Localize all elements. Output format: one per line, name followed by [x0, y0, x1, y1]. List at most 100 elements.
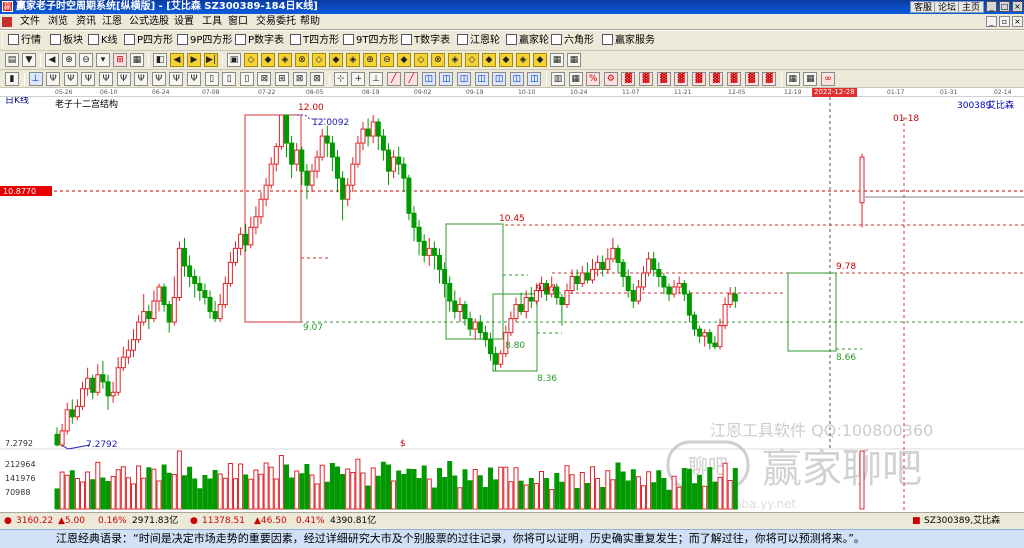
toolbar-button[interactable]: 赢家轮 — [504, 33, 551, 48]
candle-body[interactable] — [233, 247, 238, 263]
indicator-icon[interactable]: ▓ — [621, 72, 636, 86]
candle-body[interactable] — [294, 149, 300, 165]
candle-body[interactable] — [635, 286, 641, 302]
candle-body[interactable] — [513, 304, 519, 320]
candle-body[interactable] — [472, 321, 478, 330]
indicator-icon[interactable]: ▓ — [691, 72, 706, 86]
indicator-icon[interactable]: + — [351, 72, 366, 86]
candle-body[interactable] — [273, 146, 279, 165]
indicator-icon[interactable]: ◫ — [492, 72, 507, 86]
candle-body[interactable] — [584, 272, 590, 281]
tool-icon[interactable]: ⊗ — [295, 53, 309, 67]
candle-body[interactable] — [278, 114, 284, 148]
candle-body[interactable] — [227, 261, 233, 284]
candle-body[interactable] — [630, 290, 636, 302]
minimize-icon[interactable]: _ — [986, 1, 997, 12]
candle-body[interactable] — [268, 163, 274, 186]
candle-body[interactable] — [467, 318, 473, 330]
candle-body[interactable] — [166, 304, 172, 323]
menu-item[interactable]: 交易委托 — [254, 14, 298, 30]
candle-body[interactable] — [64, 409, 70, 432]
indicator-icon[interactable]: Ψ — [46, 72, 61, 86]
sz-index[interactable]: 11378.51 — [202, 513, 245, 529]
candle-body[interactable] — [110, 391, 116, 397]
candle-body[interactable] — [365, 128, 371, 137]
tool-icon[interactable]: ◀ — [170, 53, 184, 67]
menu-item[interactable]: 公式选股 — [127, 14, 171, 30]
mdi-close-icon[interactable]: × — [1012, 16, 1023, 27]
candle-body[interactable] — [355, 142, 361, 165]
indicator-icon[interactable]: Ψ — [81, 72, 96, 86]
candle-body[interactable] — [304, 170, 310, 186]
indicator-icon[interactable]: ╱ — [386, 72, 401, 86]
candle-body[interactable] — [131, 339, 136, 351]
indicator-icon[interactable]: Ψ — [187, 72, 201, 86]
candle-body[interactable] — [258, 198, 264, 218]
candle-body[interactable] — [182, 247, 187, 267]
indicator-icon[interactable]: ◫ — [509, 72, 524, 86]
candle-body[interactable] — [493, 353, 499, 365]
tool-icon[interactable]: ◇ — [312, 53, 326, 67]
indicator-icon[interactable]: ⚙ — [603, 72, 618, 86]
menu-item[interactable]: 资讯 — [74, 14, 98, 30]
tool-icon[interactable]: ◀ — [45, 53, 59, 67]
candle-body[interactable] — [442, 268, 448, 284]
candle-body[interactable] — [482, 332, 488, 341]
indicator-icon[interactable]: % — [586, 72, 601, 86]
indicator-icon[interactable]: Ψ — [99, 72, 113, 86]
candle-body[interactable] — [202, 290, 208, 299]
candle-body[interactable] — [380, 135, 386, 151]
indicator-icon[interactable]: ▓ — [709, 72, 724, 86]
candle-body[interactable] — [661, 275, 667, 288]
candle-body[interactable] — [732, 293, 738, 302]
candle-body[interactable] — [324, 135, 330, 144]
candle-body[interactable] — [212, 311, 218, 320]
indicator-icon[interactable]: ▥ — [551, 72, 565, 86]
indicator-icon[interactable]: ◫ — [527, 72, 542, 86]
candle-body[interactable] — [396, 156, 402, 165]
candle-body[interactable] — [707, 332, 713, 344]
menu-item[interactable]: 江恩 — [100, 14, 124, 30]
candle-body[interactable] — [222, 282, 228, 306]
tool-icon[interactable]: ▤ — [5, 53, 19, 67]
indicator-icon[interactable]: ⊥ — [28, 72, 43, 86]
candle-body[interactable] — [559, 297, 565, 306]
indicator-icon[interactable]: ⊥ — [369, 72, 383, 86]
candle-body[interactable] — [248, 226, 254, 246]
candle-body[interactable] — [600, 261, 606, 270]
candle-body[interactable] — [243, 233, 249, 246]
tool-icon[interactable]: ◇ — [414, 53, 428, 67]
tool-icon[interactable]: ▶ — [187, 53, 201, 67]
candle-body[interactable] — [161, 286, 167, 306]
indicator-icon[interactable]: ▦ — [785, 72, 800, 86]
candle-body[interactable] — [574, 275, 580, 284]
toolbar-button[interactable]: K线 — [86, 33, 120, 48]
tool-icon[interactable]: ◈ — [448, 53, 462, 67]
candle-body[interactable] — [528, 297, 534, 302]
candle-body[interactable] — [350, 163, 356, 186]
candle-body[interactable] — [508, 318, 514, 334]
candle-body[interactable] — [187, 265, 193, 277]
indicator-icon[interactable]: ▓ — [656, 72, 671, 86]
indicator-icon[interactable]: ▯ — [222, 72, 237, 86]
toolbar-button[interactable]: 六角形 — [549, 33, 596, 48]
candle-body[interactable] — [386, 149, 391, 172]
tool-icon[interactable]: ▦ — [550, 53, 564, 67]
indicator-icon[interactable]: ▓ — [674, 72, 689, 86]
toolbar-button[interactable]: 江恩轮 — [455, 33, 502, 48]
menu-item[interactable]: 帮助 — [298, 14, 322, 30]
candle-body[interactable] — [360, 128, 366, 144]
candle-body[interactable] — [401, 163, 407, 179]
indicator-icon[interactable]: ◫ — [457, 72, 471, 86]
candle-body[interactable] — [314, 156, 320, 172]
candle-body[interactable] — [74, 405, 80, 418]
toolbar-button[interactable]: T数字表 — [399, 33, 452, 48]
indicator-icon[interactable]: ▮ — [5, 72, 19, 86]
tool-icon[interactable]: ▦ — [130, 53, 144, 67]
candle-body[interactable] — [263, 184, 269, 200]
candle-body[interactable] — [406, 177, 412, 214]
tool-icon[interactable]: ▶| — [204, 53, 218, 67]
tool-icon[interactable]: ▾ — [96, 53, 110, 67]
candle-body[interactable] — [569, 275, 575, 292]
candle-body[interactable] — [462, 304, 468, 320]
